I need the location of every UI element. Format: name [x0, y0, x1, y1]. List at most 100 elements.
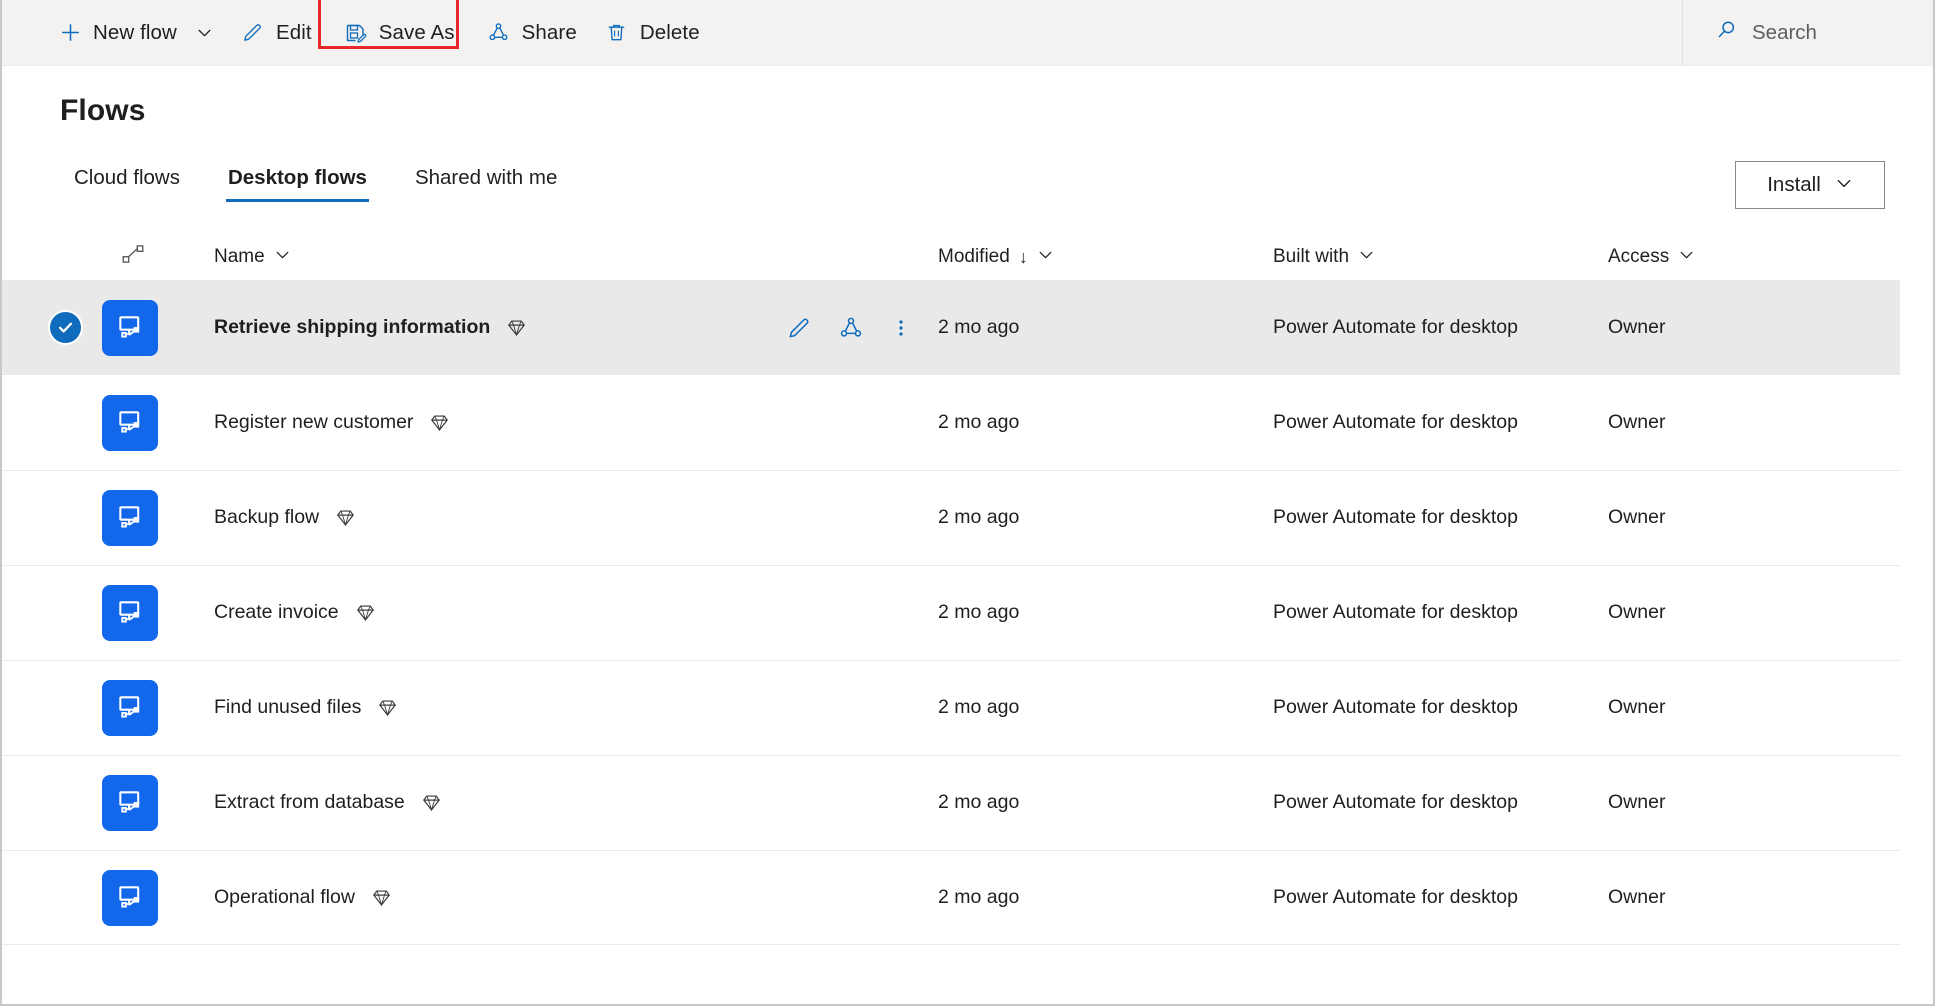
tab-label: Cloud flows: [74, 166, 180, 189]
header-built-with[interactable]: Built with: [1273, 246, 1608, 269]
tab-shared-with-me[interactable]: Shared with me: [391, 166, 581, 202]
row-flow-icon: [102, 394, 178, 451]
row-modified: 2 mo ago: [938, 696, 1020, 718]
row-access: Owner: [1608, 506, 1666, 528]
share-icon: [487, 21, 511, 45]
desktop-flow-icon: [102, 679, 158, 736]
row-built-with: Power Automate for desktop: [1273, 506, 1518, 528]
chevron-down-icon: [196, 24, 213, 41]
row-access: Owner: [1608, 411, 1666, 433]
flow-name: Retrieve shipping information: [214, 316, 491, 338]
tab-desktop-flows[interactable]: Desktop flows: [204, 166, 391, 202]
row-modified: 2 mo ago: [938, 886, 1020, 908]
table-row[interactable]: Create invoice 2 mo ago Power Automate f…: [2, 565, 1933, 660]
desktop-flow-icon: [102, 584, 158, 641]
row-modified: 2 mo ago: [938, 316, 1020, 338]
header-name-label: Name: [214, 246, 265, 267]
table-body: Retrieve shipping information 2 mo ago P…: [2, 280, 1933, 945]
chevron-down-icon: [274, 246, 291, 269]
search-input[interactable]: Search: [1683, 0, 1933, 66]
edit-button[interactable]: Edit: [227, 9, 326, 57]
search-icon: [1715, 18, 1739, 47]
table-row[interactable]: Operational flow 2 mo ago Power Automate…: [2, 850, 1933, 945]
tab-label: Desktop flows: [227, 166, 367, 189]
chevron-down-icon: [1037, 246, 1054, 269]
header-access[interactable]: Access: [1608, 246, 1933, 269]
save-as-icon: [344, 21, 368, 45]
row-modified: 2 mo ago: [938, 411, 1020, 433]
row-actions: [786, 315, 938, 341]
table-row[interactable]: Backup flow 2 mo ago Power Automate for …: [2, 470, 1933, 565]
page-header: Flows Install: [2, 66, 1933, 209]
header-name-column[interactable]: Name: [178, 246, 938, 269]
row-built-with: Power Automate for desktop: [1273, 696, 1518, 718]
tab-list: Cloud flows Desktop flows Shared with me: [2, 154, 1933, 202]
page-title: Flows: [60, 94, 146, 127]
row-access: Owner: [1608, 696, 1666, 718]
command-bar-actions: New flow Edit Save As Share Delete: [2, 0, 714, 57]
new-flow-button[interactable]: New flow: [44, 9, 227, 57]
command-bar: New flow Edit Save As Share Delete Searc…: [2, 0, 1933, 66]
table-row[interactable]: Register new customer 2 mo ago Power Aut…: [2, 375, 1933, 470]
sort-descending-icon: ↓: [1018, 246, 1028, 267]
row-access: Owner: [1608, 316, 1666, 338]
chevron-down-icon: [1835, 174, 1853, 197]
table-row[interactable]: Find unused files 2 mo ago Power Automat…: [2, 660, 1933, 755]
row-more-options-icon[interactable]: [890, 315, 912, 341]
row-edit-icon[interactable]: [786, 315, 812, 341]
row-name-cell: Backup flow: [178, 506, 938, 529]
delete-button[interactable]: Delete: [591, 9, 714, 57]
share-button[interactable]: Share: [473, 9, 591, 57]
header-built-with-label: Built with: [1273, 246, 1350, 267]
row-name-cell: Find unused files: [178, 696, 938, 719]
premium-diamond-icon: [421, 792, 442, 813]
header-access-label: Access: [1608, 246, 1670, 267]
row-access: Owner: [1608, 601, 1666, 623]
premium-diamond-icon: [506, 317, 527, 338]
header-access-column[interactable]: Access: [1608, 246, 1933, 269]
flow-name: Register new customer: [214, 411, 414, 433]
install-label: Install: [1767, 173, 1821, 196]
table-row[interactable]: Retrieve shipping information 2 mo ago P…: [2, 280, 1900, 375]
row-built-with: Power Automate for desktop: [1273, 886, 1518, 908]
row-modified: 2 mo ago: [938, 791, 1020, 813]
flows-page: New flow Edit Save As Share Delete Searc…: [0, 0, 1935, 1006]
row-built-with: Power Automate for desktop: [1273, 601, 1518, 623]
delete-label: Delete: [639, 20, 700, 44]
row-name-cell: Create invoice: [178, 601, 938, 624]
premium-diamond-icon: [429, 412, 450, 433]
row-built-with: Power Automate for desktop: [1273, 316, 1518, 338]
trash-icon: [605, 21, 629, 45]
pencil-icon: [241, 21, 265, 45]
row-flow-icon: [102, 869, 178, 926]
save-as-button[interactable]: Save As: [330, 9, 469, 57]
row-flow-icon: [102, 489, 178, 546]
row-built-with: Power Automate for desktop: [1273, 411, 1518, 433]
checkmark-icon: [50, 312, 81, 343]
row-checkbox[interactable]: [50, 312, 102, 343]
premium-diamond-icon: [335, 507, 356, 528]
flow-name: Create invoice: [214, 601, 339, 623]
flow-name: Operational flow: [214, 886, 355, 908]
row-flow-icon: [102, 584, 178, 641]
header-modified-column[interactable]: Modified ↓: [938, 246, 1273, 269]
header-type-column[interactable]: [102, 241, 178, 273]
row-name-cell: Retrieve shipping information: [178, 315, 938, 341]
new-flow-label: New flow: [93, 20, 177, 44]
flow-type-icon: [120, 241, 146, 273]
tab-cloud-flows[interactable]: Cloud flows: [50, 166, 204, 202]
flows-table: Name Modified ↓ Built with Access Retrie…: [2, 234, 1933, 945]
header-name[interactable]: Name: [214, 246, 291, 269]
row-share-icon[interactable]: [838, 315, 864, 341]
flow-name: Find unused files: [214, 696, 362, 718]
save-as-label: Save As: [378, 20, 455, 44]
table-row[interactable]: Extract from database 2 mo ago Power Aut…: [2, 755, 1933, 850]
desktop-flow-icon: [102, 299, 158, 356]
install-button[interactable]: Install: [1735, 161, 1885, 209]
desktop-flow-icon: [102, 774, 158, 831]
plus-icon: [58, 21, 82, 45]
header-modified[interactable]: Modified ↓: [938, 246, 1273, 269]
premium-diamond-icon: [355, 602, 376, 623]
header-built-with-column[interactable]: Built with: [1273, 246, 1608, 269]
chevron-down-icon: [1358, 246, 1375, 269]
